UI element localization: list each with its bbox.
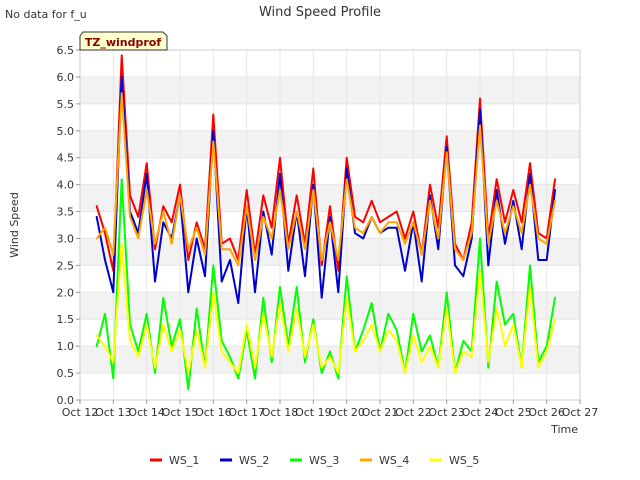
legend-label: WS_2 (239, 454, 269, 467)
y-tick-label: 0.5 (57, 367, 75, 380)
chart-title: Wind Speed Profile (259, 5, 381, 20)
x-tick-label: Oct 27 (562, 406, 599, 419)
legend: WS_1 WS_2 WS_3 WS_4 WS_5 (150, 454, 479, 467)
x-tick-label: Oct 24 (462, 406, 499, 419)
series-lines (95, 54, 556, 391)
plot-area (79, 49, 581, 401)
y-tick-label: 1.0 (57, 340, 75, 353)
x-tick-label: Oct 21 (362, 406, 399, 419)
x-tick-label: Oct 14 (128, 406, 165, 419)
y-tick-label: 4.0 (57, 179, 75, 192)
chart-figure: No data for f_u Wind Speed Profile 0.00.… (5, 5, 599, 467)
x-tick-label: Oct 17 (228, 406, 265, 419)
x-tick-label: Oct 25 (495, 406, 532, 419)
x-tick-label: Oct 22 (395, 406, 432, 419)
x-tick-label: Oct 16 (195, 406, 232, 419)
background-band (80, 130, 580, 158)
x-tick-label: Oct 13 (95, 406, 132, 419)
background-band (80, 76, 580, 104)
y-axis-ticks: 0.00.51.01.52.02.53.03.54.04.55.05.56.06… (57, 44, 80, 407)
y-tick-label: 6.5 (57, 44, 75, 57)
y-axis-label: Wind Speed (8, 192, 21, 258)
legend-label: WS_1 (169, 454, 199, 467)
legend-label: WS_4 (379, 454, 409, 467)
site-badge-text: TZ_windprof (85, 36, 161, 49)
x-axis-label: Time (550, 423, 578, 436)
y-tick-label: 1.5 (57, 313, 75, 326)
y-tick-label: 6.0 (57, 71, 75, 84)
y-tick-label: 3.5 (57, 206, 75, 219)
y-tick-label: 2.5 (57, 259, 75, 272)
x-tick-label: Oct 19 (295, 406, 332, 419)
x-tick-label: Oct 26 (528, 406, 565, 419)
site-badge: TZ_windprof (79, 31, 168, 51)
x-tick-label: Oct 18 (262, 406, 299, 419)
x-tick-label: Oct 15 (162, 406, 199, 419)
legend-label: WS_3 (309, 454, 339, 467)
nodata-note: No data for f_u (5, 8, 87, 21)
y-tick-label: 3.0 (57, 232, 75, 245)
x-tick-label: Oct 12 (62, 406, 99, 419)
y-tick-label: 5.0 (57, 125, 75, 138)
y-tick-label: 5.5 (57, 98, 75, 111)
x-axis-ticks: Oct 12Oct 13Oct 14Oct 15Oct 16Oct 17Oct … (62, 400, 599, 419)
x-tick-label: Oct 23 (428, 406, 465, 419)
y-tick-label: 4.5 (57, 152, 75, 165)
background-band (80, 292, 580, 320)
legend-label: WS_5 (449, 454, 479, 467)
x-tick-label: Oct 20 (328, 406, 365, 419)
y-tick-label: 2.0 (57, 286, 75, 299)
